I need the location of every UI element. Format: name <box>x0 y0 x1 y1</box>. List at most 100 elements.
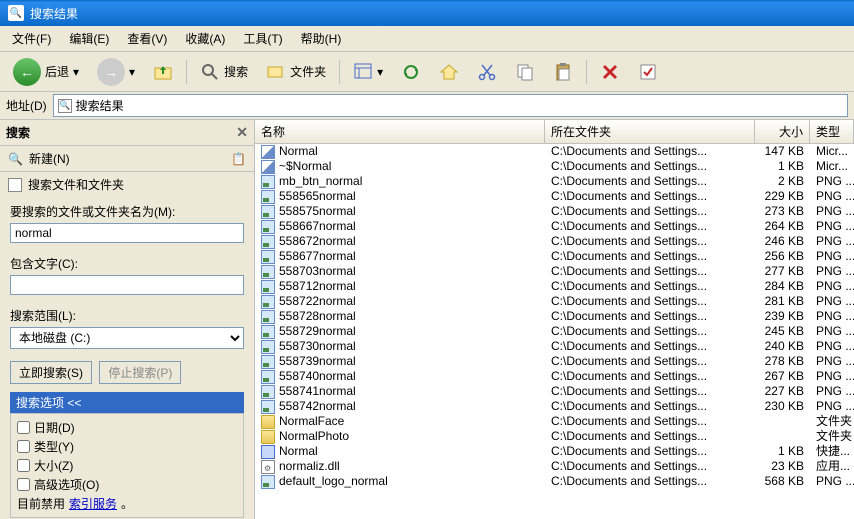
file-row[interactable]: 558677normalC:\Documents and Settings...… <box>255 249 854 264</box>
file-row[interactable]: default_logo_normalC:\Documents and Sett… <box>255 474 854 489</box>
customize-icon[interactable]: 📋 <box>231 152 246 166</box>
forward-dropdown-icon: ▾ <box>129 65 135 79</box>
filename-input[interactable] <box>10 223 244 243</box>
file-row[interactable]: 558722normalC:\Documents and Settings...… <box>255 294 854 309</box>
file-name: NormalFace <box>279 414 344 429</box>
file-row[interactable]: NormalPhotoC:\Documents and Settings...文… <box>255 429 854 444</box>
menu-help[interactable]: 帮助(H) <box>293 28 350 49</box>
menu-edit[interactable]: 编辑(E) <box>61 28 117 49</box>
home-icon <box>439 62 459 82</box>
folder-up-icon <box>153 62 173 82</box>
png-icon <box>261 325 275 339</box>
file-list[interactable]: NormalC:\Documents and Settings...147 KB… <box>255 144 854 519</box>
file-row[interactable]: normaliz.dllC:\Documents and Settings...… <box>255 459 854 474</box>
file-row[interactable]: NormalC:\Documents and Settings...1 KB快捷… <box>255 444 854 459</box>
file-size: 227 KB <box>755 384 810 399</box>
cut-button[interactable] <box>470 57 504 87</box>
file-size: 284 KB <box>755 279 810 294</box>
window-title: 搜索结果 <box>30 5 78 22</box>
search-button[interactable]: 搜索 <box>193 57 255 87</box>
date-label: 日期(D) <box>34 419 75 436</box>
file-name: Normal <box>279 144 318 159</box>
file-row[interactable]: 558565normalC:\Documents and Settings...… <box>255 189 854 204</box>
sync-button[interactable] <box>394 57 428 87</box>
file-folder: C:\Documents and Settings... <box>545 339 755 354</box>
file-folder: C:\Documents and Settings... <box>545 309 755 324</box>
file-row[interactable]: 558703normalC:\Documents and Settings...… <box>255 264 854 279</box>
file-size: 256 KB <box>755 249 810 264</box>
date-checkbox[interactable] <box>17 421 30 434</box>
paste-button[interactable] <box>546 57 580 87</box>
file-type: PNG ... <box>810 234 854 249</box>
file-row[interactable]: 558739normalC:\Documents and Settings...… <box>255 354 854 369</box>
delete-button[interactable] <box>593 57 627 87</box>
new-search-label[interactable]: 新建(N) <box>29 150 70 167</box>
stop-search-button[interactable]: 停止搜索(P) <box>99 361 181 384</box>
file-folder: C:\Documents and Settings... <box>545 249 755 264</box>
file-row[interactable]: 558742normalC:\Documents and Settings...… <box>255 399 854 414</box>
file-row[interactable]: 558712normalC:\Documents and Settings...… <box>255 279 854 294</box>
folder-icon <box>261 430 275 444</box>
menu-tools[interactable]: 工具(T) <box>235 28 290 49</box>
file-row[interactable]: NormalFaceC:\Documents and Settings...文件… <box>255 414 854 429</box>
file-name: 558740normal <box>279 369 356 384</box>
folder-icon <box>261 415 275 429</box>
back-label: 后退 <box>45 63 69 80</box>
file-row[interactable]: 558730normalC:\Documents and Settings...… <box>255 339 854 354</box>
file-row[interactable]: 558667normalC:\Documents and Settings...… <box>255 219 854 234</box>
file-row[interactable]: 558728normalC:\Documents and Settings...… <box>255 309 854 324</box>
up-button[interactable] <box>146 57 180 87</box>
file-size: 1 KB <box>755 159 810 174</box>
contains-input[interactable] <box>10 275 244 295</box>
index-service-link[interactable]: 索引服务 <box>69 495 117 512</box>
back-button[interactable]: ← 后退 ▾ <box>6 53 86 91</box>
col-folder-header[interactable]: 所在文件夹 <box>545 120 755 143</box>
column-headers: 名称 所在文件夹 大小 类型 <box>255 120 854 144</box>
file-row[interactable]: 558575normalC:\Documents and Settings...… <box>255 204 854 219</box>
properties-button[interactable] <box>631 57 665 87</box>
col-type-header[interactable]: 类型 <box>810 120 854 143</box>
file-folder: C:\Documents and Settings... <box>545 459 755 474</box>
menu-view[interactable]: 查看(V) <box>119 28 175 49</box>
copy-button[interactable] <box>508 57 542 87</box>
forward-button[interactable]: → ▾ <box>90 53 142 91</box>
address-input[interactable]: 🔍 搜索结果 <box>53 94 848 117</box>
file-row[interactable]: 558729normalC:\Documents and Settings...… <box>255 324 854 339</box>
file-row[interactable]: 558741normalC:\Documents and Settings...… <box>255 384 854 399</box>
file-size: 277 KB <box>755 264 810 279</box>
search-options-header[interactable]: 搜索选项 << <box>10 392 244 413</box>
file-row[interactable]: NormalC:\Documents and Settings...147 KB… <box>255 144 854 159</box>
search-options-body: 日期(D) 类型(Y) 大小(Z) 高级选项(O) 目前禁用索引服务。 <box>10 413 244 518</box>
close-sidebar-icon[interactable]: ✕ <box>236 124 248 141</box>
search-now-button[interactable]: 立即搜索(S) <box>10 361 92 384</box>
document-icon <box>8 178 22 192</box>
sidebar-header: 搜索 ✕ <box>0 120 254 146</box>
file-size: 267 KB <box>755 369 810 384</box>
menu-file[interactable]: 文件(F) <box>4 28 59 49</box>
file-folder: C:\Documents and Settings... <box>545 174 755 189</box>
views-button[interactable]: ▾ <box>346 57 390 87</box>
file-folder: C:\Documents and Settings... <box>545 189 755 204</box>
advanced-label: 高级选项(O) <box>34 476 99 493</box>
file-row[interactable]: mb_btn_normalC:\Documents and Settings..… <box>255 174 854 189</box>
toolbar: ← 后退 ▾ → ▾ 搜索 文件夹 ▾ <box>0 52 854 92</box>
type-checkbox[interactable] <box>17 440 30 453</box>
file-row[interactable]: 558740normalC:\Documents and Settings...… <box>255 369 854 384</box>
advanced-checkbox[interactable] <box>17 478 30 491</box>
contains-label: 包含文字(C): <box>10 255 244 272</box>
menubar: 文件(F) 编辑(E) 查看(V) 收藏(A) 工具(T) 帮助(H) <box>0 26 854 52</box>
file-row[interactable]: 558672normalC:\Documents and Settings...… <box>255 234 854 249</box>
size-checkbox[interactable] <box>17 459 30 472</box>
col-name-header[interactable]: 名称 <box>255 120 545 143</box>
png-icon <box>261 385 275 399</box>
menu-favorites[interactable]: 收藏(A) <box>177 28 233 49</box>
file-row[interactable]: ~$NormalC:\Documents and Settings...1 KB… <box>255 159 854 174</box>
file-size: 273 KB <box>755 204 810 219</box>
folders-button[interactable]: 文件夹 <box>259 57 333 87</box>
scope-select[interactable]: 本地磁盘 (C:) <box>10 327 244 349</box>
home-button[interactable] <box>432 57 466 87</box>
file-size: 246 KB <box>755 234 810 249</box>
search-results-icon: 🔍 <box>8 5 24 21</box>
col-size-header[interactable]: 大小 <box>755 120 810 143</box>
file-type: PNG ... <box>810 399 854 414</box>
